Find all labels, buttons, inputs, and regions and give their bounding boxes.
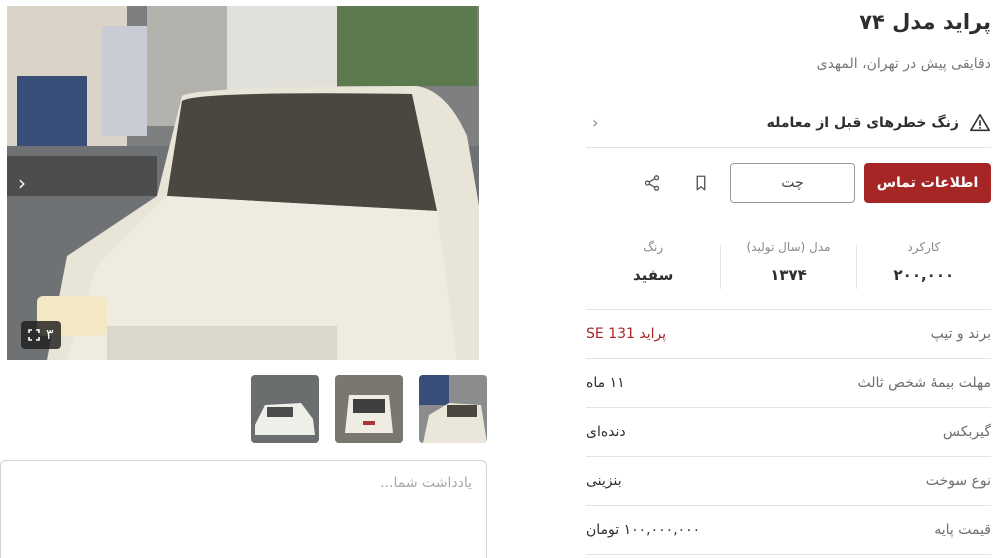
image-count-badge[interactable]: ۳	[21, 321, 61, 349]
spec-value: ۱۰۰,۰۰۰,۰۰۰ تومان	[586, 522, 701, 538]
page-title: پراید مدل ۷۴	[859, 10, 991, 34]
stat-value: سفید	[633, 266, 674, 284]
thumbnail[interactable]	[335, 375, 403, 443]
stat-label: مدل (سال تولید)	[746, 240, 831, 254]
stat-label: کارکرد	[907, 240, 941, 254]
chevron-right-icon[interactable]: ›	[11, 172, 33, 194]
spec-key: گیربکس	[942, 424, 991, 440]
stat-color: رنگ سفید	[586, 240, 722, 289]
spec-value: ۱۱ ماه	[586, 375, 625, 391]
note-input[interactable]	[1, 461, 486, 558]
note-box[interactable]	[0, 460, 487, 558]
stat-value: ۲۰۰,۰۰۰	[893, 266, 955, 284]
spec-key: مهلت بیمهٔ شخص ثالث	[857, 375, 992, 391]
spec-key: قیمت پایه	[934, 522, 991, 538]
stat-model-year: مدل (سال تولید) ۱۳۷۴	[721, 240, 857, 289]
bookmark-icon[interactable]	[681, 163, 721, 203]
brand-type-link[interactable]: پراید 131 SE	[586, 326, 666, 342]
car-photo-illustration	[7, 6, 479, 360]
warning-link[interactable]: زنگ خطرهای قبل از معامله ‹	[586, 98, 991, 148]
stat-label: رنگ	[643, 240, 664, 254]
expand-icon	[28, 329, 40, 341]
thumbnail[interactable]	[419, 375, 487, 443]
spec-row: مهلت بیمهٔ شخص ثالث ۱۱ ماه	[586, 359, 991, 408]
spec-row: نوع سوخت بنزینی	[586, 457, 991, 506]
chat-button[interactable]: چت	[730, 163, 855, 203]
warning-icon	[970, 113, 990, 131]
stat-value: ۱۳۷۴	[770, 266, 807, 284]
action-bar: اطلاعات تماس چت	[586, 163, 991, 203]
spec-row: گیربکس دنده‌ای	[586, 408, 991, 457]
spec-key: نوع سوخت	[925, 473, 991, 489]
main-car-photo[interactable]: › ۳	[7, 6, 479, 360]
contact-info-button[interactable]: اطلاعات تماس	[864, 163, 991, 203]
stat-mileage: کارکرد ۲۰۰,۰۰۰	[857, 230, 991, 309]
spec-row: برند و تیپ پراید 131 SE	[586, 310, 991, 359]
key-stats: کارکرد ۲۰۰,۰۰۰ مدل (سال تولید) ۱۳۷۴ رنگ …	[586, 230, 991, 310]
spec-key: برند و تیپ	[930, 326, 991, 342]
spec-row: قیمت پایه ۱۰۰,۰۰۰,۰۰۰ تومان	[586, 506, 991, 555]
image-count: ۳	[46, 327, 54, 343]
chevron-left-icon: ‹	[592, 113, 599, 132]
share-icon[interactable]	[632, 163, 672, 203]
spec-value: بنزینی	[586, 473, 622, 489]
thumbnail[interactable]	[251, 375, 319, 443]
warning-label: زنگ خطرهای قبل از معامله	[766, 114, 959, 131]
spec-list: برند و تیپ پراید 131 SE مهلت بیمهٔ شخص ث…	[586, 310, 991, 555]
listing-subtitle: دقایقی پیش در تهران، المهدی	[816, 56, 991, 72]
thumbnail-strip	[251, 375, 487, 443]
spec-value: دنده‌ای	[586, 424, 626, 440]
